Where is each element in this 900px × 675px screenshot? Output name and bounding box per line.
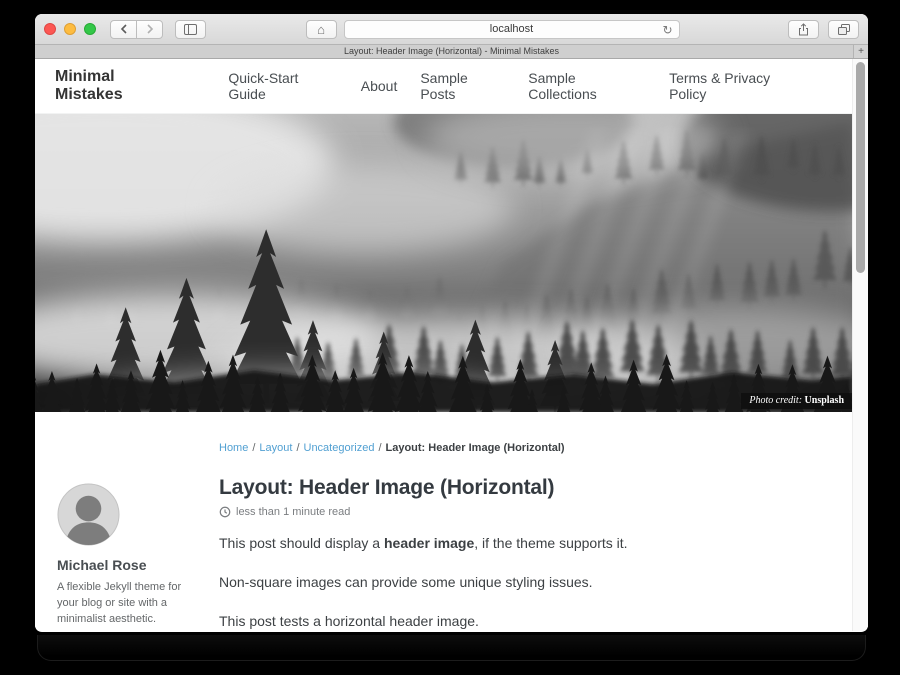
sidebar-icon (184, 24, 197, 35)
paragraph: This post should display a header image,… (219, 534, 828, 553)
browser-toolbar: ⌂ localhost ↻ (35, 14, 868, 45)
paragraph: This post tests a horizontal header imag… (219, 612, 828, 631)
photo-credit: Photo credit: Unsplash (741, 393, 852, 409)
breadcrumb-separator: / (378, 442, 381, 454)
breadcrumb-current: Layout: Header Image (Horizontal) (386, 442, 565, 454)
history-nav-group (110, 20, 163, 39)
home-icon: ⌂ (317, 23, 325, 36)
author-sidebar: Michael Rose A flexible Jekyll theme for… (57, 442, 185, 631)
breadcrumb-uncategorized[interactable]: Uncategorized (304, 442, 375, 454)
nav-quick-start-guide[interactable]: Quick-Start Guide (228, 70, 337, 102)
nav-sample-posts[interactable]: Sample Posts (420, 70, 505, 102)
window-reflection (37, 635, 866, 661)
clock-icon (219, 506, 231, 518)
site-masthead: Minimal Mistakes Quick-Start Guide About… (35, 59, 852, 114)
browser-window: ⌂ localhost ↻ Layout: Header Image (Hori… (35, 14, 868, 632)
hero-image-svg (35, 114, 852, 412)
photo-credit-label: Photo credit: (749, 395, 804, 406)
breadcrumb-home[interactable]: Home (219, 442, 248, 454)
read-time: less than 1 minute read (219, 506, 828, 518)
share-icon (798, 23, 809, 36)
forward-icon (146, 24, 154, 34)
page-title: Layout: Header Image (Horizontal) (219, 476, 828, 500)
share-button[interactable] (788, 20, 819, 39)
home-button[interactable]: ⌂ (306, 20, 337, 39)
author-bio: A flexible Jekyll theme for your blog or… (57, 580, 185, 628)
nav-about[interactable]: About (361, 78, 398, 94)
zoom-window-button[interactable] (84, 23, 96, 35)
read-time-text: less than 1 minute read (236, 506, 350, 518)
close-window-button[interactable] (44, 23, 56, 35)
breadcrumb-separator: / (252, 442, 255, 454)
paragraph: Non-square images can provide some uniqu… (219, 573, 828, 592)
tab-overview-button[interactable] (828, 20, 859, 39)
address-bar[interactable]: localhost ↻ (344, 20, 680, 39)
page-scrollbar[interactable] (852, 59, 868, 631)
url-text: localhost (490, 23, 533, 35)
breadcrumb: Home/Layout/Uncategorized/Layout: Header… (219, 442, 828, 454)
back-icon (120, 24, 128, 34)
article-main: Home/Layout/Uncategorized/Layout: Header… (219, 442, 828, 631)
author-name: Michael Rose (57, 557, 185, 573)
tab-bar: Layout: Header Image (Horizontal) - Mini… (35, 45, 868, 59)
page-content: Minimal Mistakes Quick-Start Guide About… (35, 59, 852, 631)
minimize-window-button[interactable] (64, 23, 76, 35)
tabs-icon (838, 24, 850, 35)
breadcrumb-layout[interactable]: Layout (259, 442, 292, 454)
header-image: Photo credit: Unsplash (35, 114, 852, 412)
site-title-link[interactable]: Minimal Mistakes (55, 68, 184, 104)
nav-sample-collections[interactable]: Sample Collections (528, 70, 646, 102)
sidebar-toggle-button[interactable] (175, 20, 206, 39)
breadcrumb-separator: / (296, 442, 299, 454)
back-button[interactable] (110, 20, 137, 39)
author-avatar (57, 483, 120, 546)
nav-terms-privacy[interactable]: Terms & Privacy Policy (669, 70, 809, 102)
forward-button[interactable] (136, 20, 163, 39)
new-tab-button[interactable]: + (853, 45, 868, 58)
reload-icon[interactable]: ↻ (662, 22, 672, 39)
active-tab[interactable]: Layout: Header Image (Horizontal) - Mini… (35, 45, 868, 58)
photo-credit-link[interactable]: Unsplash (805, 395, 844, 406)
scrollbar-thumb[interactable] (856, 62, 865, 273)
